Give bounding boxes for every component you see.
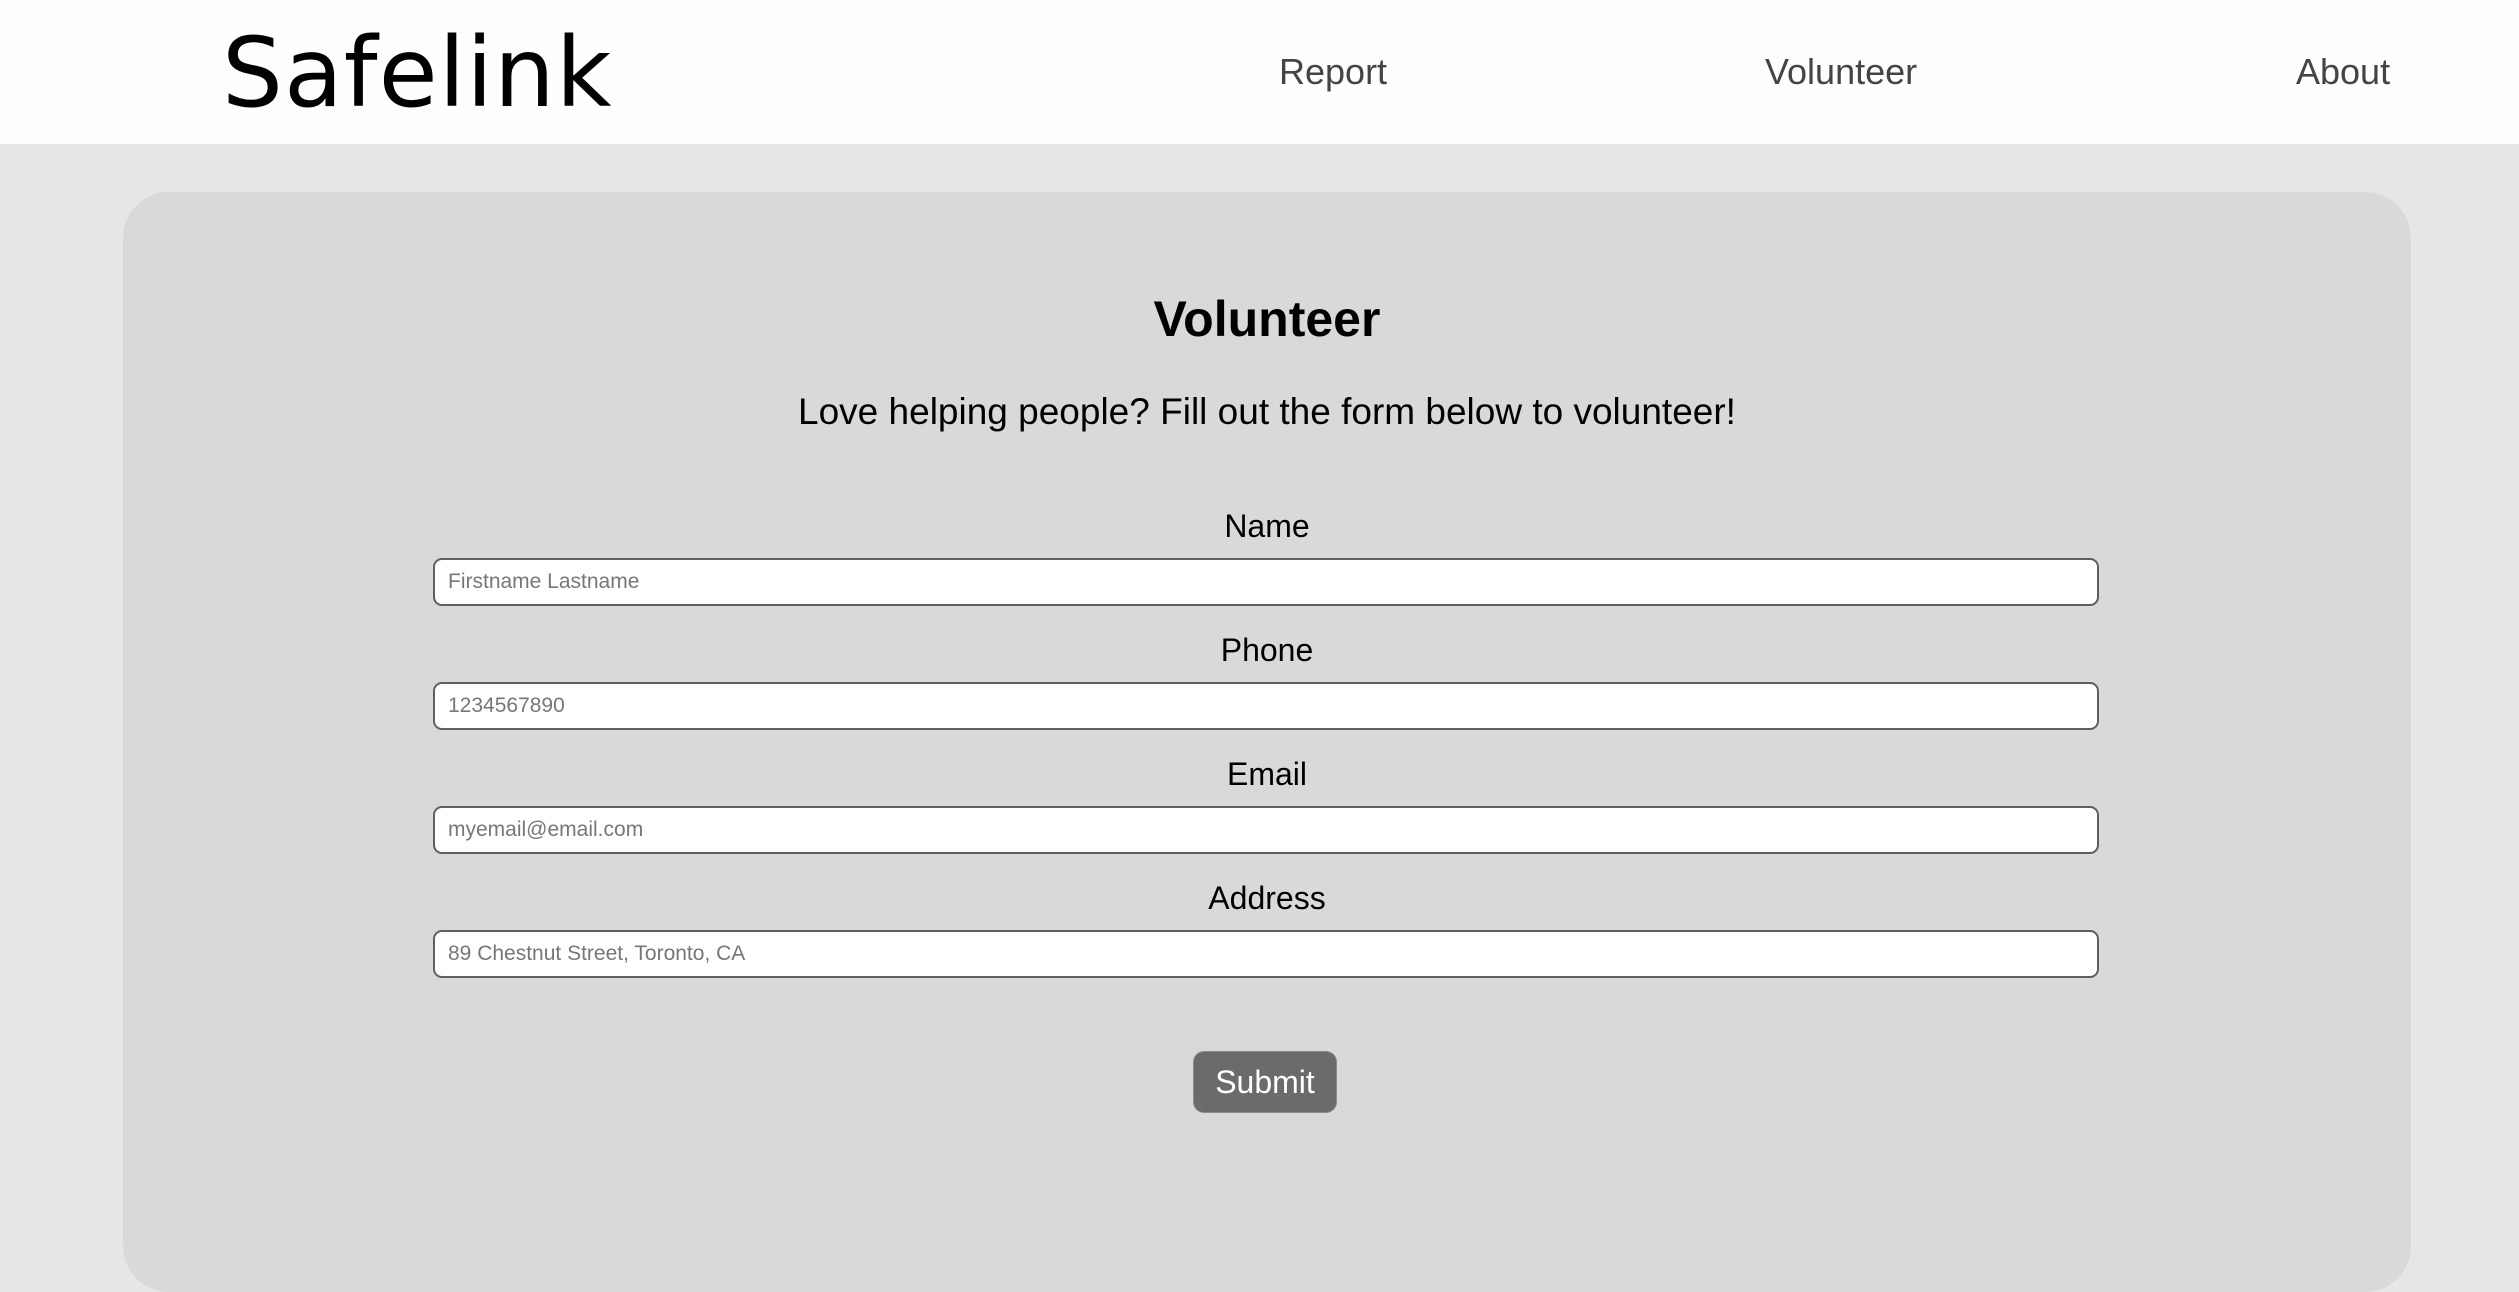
volunteer-form-card: Volunteer Love helping people? Fill out … (123, 192, 2411, 1292)
phone-input[interactable] (433, 682, 2099, 730)
address-label: Address (1208, 880, 1326, 916)
site-logo[interactable]: Safelink (222, 18, 612, 128)
submit-button[interactable]: Submit (1194, 1052, 1336, 1112)
page-subtitle: Love helping people? Fill out the form b… (798, 391, 1736, 432)
nav-link-about[interactable]: About (2296, 50, 2390, 94)
page-title: Volunteer (1153, 291, 1381, 347)
nav-link-report[interactable]: Report (1279, 50, 1387, 94)
nav-link-volunteer[interactable]: Volunteer (1765, 50, 1917, 94)
name-label: Name (1224, 508, 1310, 544)
email-label: Email (1226, 756, 1307, 792)
email-input[interactable] (433, 806, 2099, 854)
address-input[interactable] (433, 930, 2099, 978)
name-input[interactable] (433, 558, 2099, 606)
site-header: Safelink Report Volunteer About (0, 0, 2519, 144)
phone-label: Phone (1220, 632, 1314, 668)
